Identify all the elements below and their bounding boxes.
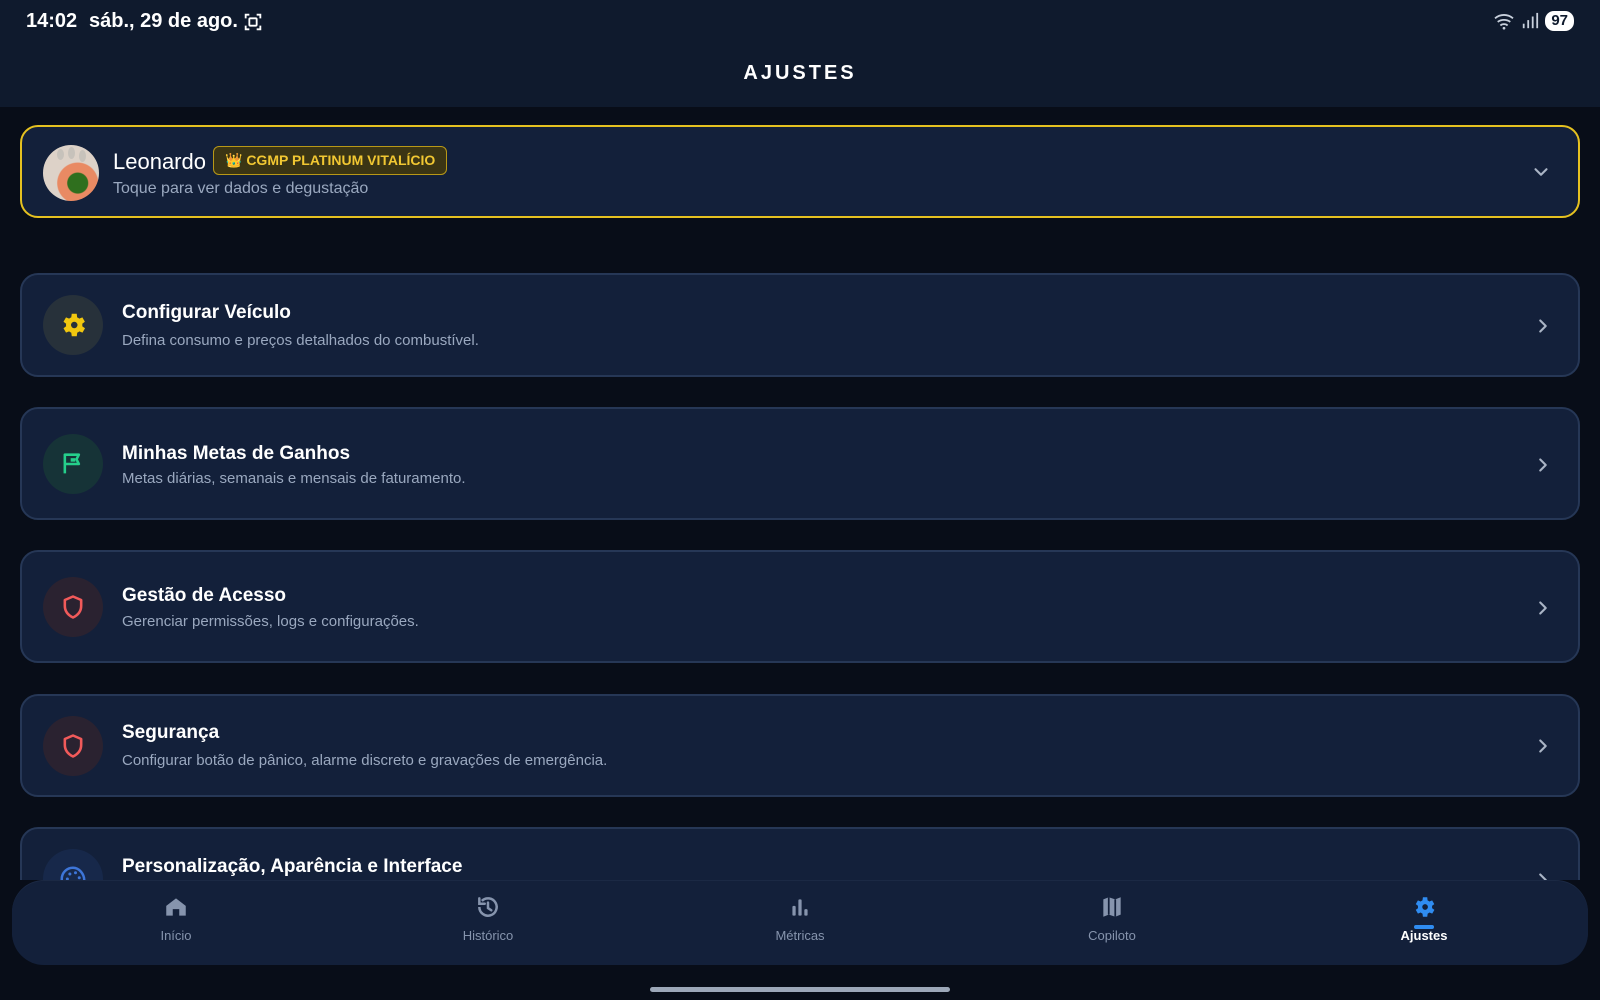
settings-card-access[interactable]: Gestão de Acesso Gerenciar permissões, l… (20, 550, 1580, 663)
settings-screen: 14:02 sáb., 29 de ago. 97 AJUSTES Leonar… (0, 0, 1600, 1000)
settings-card-personalization[interactable]: Personalização, Aparência e Interface (20, 827, 1580, 880)
map-icon (1103, 897, 1121, 917)
goals-icon-container (43, 434, 103, 494)
access-icon-container (43, 577, 103, 637)
bottom-navigation: Início Histórico Métricas Copiloto Ajust… (12, 881, 1588, 965)
status-time: 14:02 (26, 10, 78, 32)
nav-label-copilot: Copiloto (1088, 928, 1136, 943)
avatar-detail (57, 149, 64, 160)
chevron-down-icon[interactable] (1530, 161, 1552, 183)
chevron-right-icon (1539, 739, 1547, 753)
home-icon (166, 898, 186, 916)
plan-badge: 👑 CGMP PLATINUM VITALÍCIO (213, 146, 448, 175)
status-indicators: 97 (1493, 11, 1574, 31)
home-indicator[interactable] (650, 987, 950, 992)
vehicle-icon-container (43, 295, 103, 355)
gear-icon (63, 313, 85, 337)
chevron-right-icon (1539, 458, 1547, 472)
page-title: AJUSTES (743, 62, 857, 84)
avatar (43, 145, 99, 201)
nav-label-home: Início (160, 928, 192, 943)
avatar-detail (68, 147, 75, 159)
settings-content: Leonardo 👑 CGMP PLATINUM VITALÍCIO Toque… (0, 107, 1600, 880)
security-icon-container (43, 716, 103, 776)
active-tab-indicator (1414, 925, 1434, 929)
nav-label-history: Histórico (462, 928, 514, 943)
profile-card[interactable]: Leonardo 👑 CGMP PLATINUM VITALÍCIO Toque… (20, 125, 1580, 218)
goals-card-subtitle: Metas diárias, semanais e mensais de fat… (122, 470, 466, 487)
gear-icon (1415, 897, 1435, 917)
security-card-subtitle: Configurar botão de pânico, alarme discr… (122, 752, 608, 769)
nav-item-settings[interactable]: Ajustes (1344, 894, 1504, 956)
access-card-title: Gestão de Acesso (122, 585, 287, 606)
signal-icon (1523, 12, 1539, 29)
personalization-card-title: Personalização, Aparência e Interface (122, 856, 463, 877)
flag-icon (63, 453, 81, 474)
nav-label-settings: Ajustes (1400, 928, 1448, 943)
battery-icon: 97 (1545, 11, 1574, 31)
nav-label-metrics: Métricas (775, 928, 825, 943)
palette-icon (60, 866, 86, 880)
security-card-title: Segurança (122, 722, 220, 743)
shield-icon (63, 734, 83, 758)
avatar-detail (79, 150, 86, 162)
bar-chart-icon (792, 899, 808, 916)
profile-subtitle: Toque para ver dados e degustação (113, 180, 369, 197)
app-bar: AJUSTES (0, 44, 1600, 107)
wifi-icon (1494, 14, 1514, 30)
settings-card-goals[interactable]: Minhas Metas de Ganhos Metas diárias, se… (20, 407, 1580, 520)
settings-card-vehicle[interactable]: Configurar Veículo Defina consumo e preç… (20, 273, 1580, 377)
status-bar: 14:02 sáb., 29 de ago. 97 (0, 0, 1600, 44)
chevron-right-icon (1539, 319, 1547, 333)
chevron-right-icon (1539, 601, 1547, 615)
vehicle-card-subtitle: Defina consumo e preços detalhados do co… (122, 332, 479, 349)
screenshot-icon (244, 13, 262, 31)
status-date: sáb., 29 de ago. (89, 10, 238, 32)
goals-card-title: Minhas Metas de Ganhos (122, 443, 351, 464)
nav-item-metrics[interactable]: Métricas (720, 894, 880, 956)
settings-card-security[interactable]: Segurança Configurar botão de pânico, al… (20, 694, 1580, 797)
nav-item-history[interactable]: Histórico (408, 894, 568, 956)
chevron-right-icon (1539, 873, 1547, 880)
nav-item-home[interactable]: Início (96, 894, 256, 956)
vehicle-card-title: Configurar Veículo (122, 302, 291, 323)
access-card-subtitle: Gerenciar permissões, logs e configuraçõ… (122, 613, 419, 630)
profile-name: Leonardo (113, 149, 206, 174)
history-icon (478, 897, 498, 917)
personalization-icon-container (43, 849, 103, 880)
shield-icon (63, 595, 83, 619)
nav-item-copilot[interactable]: Copiloto (1032, 894, 1192, 956)
